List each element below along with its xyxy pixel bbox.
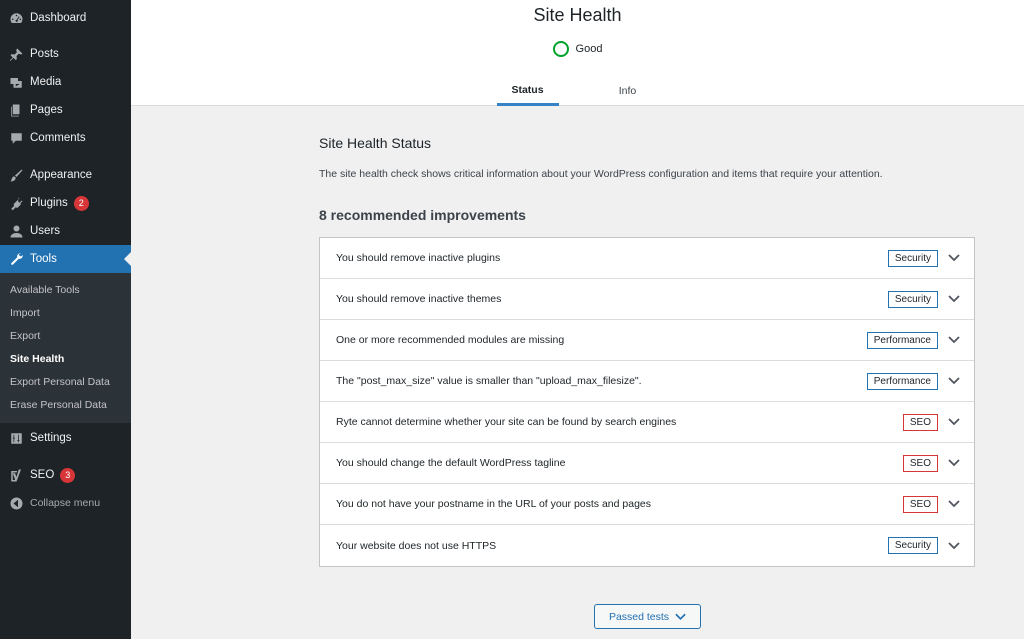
chevron-down-icon[interactable] (948, 252, 960, 264)
dashboard-icon (8, 10, 24, 26)
chevron-down-icon[interactable] (948, 416, 960, 428)
issue-tag: Security (887, 537, 938, 554)
pin-icon (8, 46, 24, 62)
issue-row[interactable]: One or more recommended modules are miss… (320, 320, 974, 361)
issue-tag: Performance (866, 372, 938, 390)
issue-row[interactable]: You do not have your postname in the URL… (320, 484, 974, 525)
health-status: Good (131, 41, 1024, 57)
menu-item-media[interactable]: Media (0, 68, 131, 96)
menu-item-settings[interactable]: Settings (0, 424, 131, 452)
issue-label: The "post_max_size" value is smaller tha… (336, 375, 642, 387)
page-title: Site Health (533, 5, 622, 25)
menu-item-plugins[interactable]: Plugins 2 (0, 189, 131, 217)
menu-label: Comments (30, 132, 86, 144)
section-title: Site Health Status (319, 135, 432, 151)
tab-status[interactable]: Status (496, 76, 559, 106)
menu-label: Collapse menu (30, 497, 101, 509)
issue-tag: Security (887, 249, 938, 267)
improvements-count-heading: 8 recommended improvements (319, 207, 526, 223)
menu-item-seo[interactable]: SEO 3 (0, 461, 131, 489)
issue-tag: SEO (902, 413, 938, 431)
issue-row[interactable]: You should remove inactive themes Securi… (320, 279, 974, 320)
chevron-down-icon[interactable] (948, 540, 960, 552)
plug-icon (8, 195, 24, 211)
issue-row[interactable]: Your website does not use HTTPS Security (320, 525, 974, 566)
submenu-export[interactable]: Export (0, 324, 131, 347)
admin-sidebar: Dashboard Posts Media Pages Comments App… (0, 0, 131, 639)
submenu-site-health[interactable]: Site Health (0, 347, 131, 370)
chevron-down-icon[interactable] (948, 293, 960, 305)
yoast-icon (8, 467, 24, 483)
issue-tag: Security (887, 290, 938, 308)
issue-tag: Performance (866, 331, 938, 349)
menu-label: Users (30, 225, 61, 237)
menu-label: SEO (30, 469, 55, 481)
section-description: The site health check shows critical inf… (319, 168, 883, 180)
issue-row[interactable]: The "post_max_size" value is smaller tha… (320, 361, 974, 402)
issue-row[interactable]: You should remove inactive plugins Secur… (320, 238, 974, 279)
pages-icon (8, 102, 24, 118)
menu-item-comments[interactable]: Comments (0, 124, 131, 152)
issue-label: You should remove inactive plugins (336, 252, 501, 264)
user-icon (8, 223, 24, 239)
issue-label: You should remove inactive themes (336, 293, 502, 305)
menu-label: Posts (30, 48, 59, 60)
chevron-down-icon[interactable] (948, 375, 960, 387)
wrench-icon (8, 251, 24, 267)
menu-label: Tools (30, 253, 57, 265)
seo-notification-badge: 3 (60, 467, 76, 483)
chevron-down-icon[interactable] (948, 457, 960, 469)
menu-item-posts[interactable]: Posts (0, 40, 131, 68)
issue-label: You should change the default WordPress … (336, 457, 566, 469)
menu-label: Dashboard (30, 12, 87, 24)
submenu-erase-personal-data[interactable]: Erase Personal Data (0, 393, 131, 416)
issues-list: You should remove inactive plugins Secur… (319, 237, 975, 567)
menu-label: Plugins (30, 197, 68, 209)
issue-tag: SEO (902, 454, 938, 472)
issue-tag: SEO (902, 495, 938, 513)
menu-label: Pages (30, 104, 63, 116)
comment-icon (8, 130, 24, 146)
menu-item-users[interactable]: Users (0, 217, 131, 245)
collapse-arrow-icon (8, 495, 24, 511)
submenu-import[interactable]: Import (0, 301, 131, 324)
issue-row[interactable]: Ryte cannot determine whether your site … (320, 402, 974, 443)
menu-label: Appearance (30, 169, 93, 181)
collapse-menu-button[interactable]: Collapse menu (0, 489, 131, 517)
menu-item-appearance[interactable]: Appearance (0, 161, 131, 189)
issue-label: Ryte cannot determine whether your site … (336, 416, 677, 428)
submenu-export-personal-data[interactable]: Export Personal Data (0, 370, 131, 393)
passed-tests-label: Passed tests (608, 610, 670, 623)
menu-item-pages[interactable]: Pages (0, 96, 131, 124)
passed-tests-button[interactable]: Passed tests (594, 604, 701, 629)
issue-label: One or more recommended modules are miss… (336, 334, 565, 346)
status-ring-icon (552, 41, 569, 57)
chevron-down-icon (675, 613, 686, 620)
issue-label: You do not have your postname in the URL… (336, 498, 652, 510)
brush-icon (8, 167, 24, 183)
chevron-down-icon[interactable] (948, 498, 960, 510)
plugins-update-badge: 2 (73, 195, 89, 211)
site-health-header: Site Health Good Status Info (131, 0, 1024, 106)
status-label: Good (575, 43, 603, 55)
issue-row[interactable]: You should change the default WordPress … (320, 443, 974, 484)
tools-submenu: Available Tools Import Export Site Healt… (0, 273, 131, 423)
submenu-available-tools[interactable]: Available Tools (0, 278, 131, 301)
menu-item-tools[interactable]: Tools (0, 245, 131, 273)
media-icon (8, 74, 24, 90)
menu-label: Media (30, 76, 62, 88)
sliders-icon (8, 430, 24, 446)
menu-item-dashboard[interactable]: Dashboard (0, 4, 131, 32)
menu-label: Settings (30, 432, 72, 444)
tab-info[interactable]: Info (597, 76, 659, 106)
tabs: Status Info (131, 76, 1024, 106)
issue-label: Your website does not use HTTPS (336, 539, 497, 552)
chevron-down-icon[interactable] (948, 334, 960, 346)
